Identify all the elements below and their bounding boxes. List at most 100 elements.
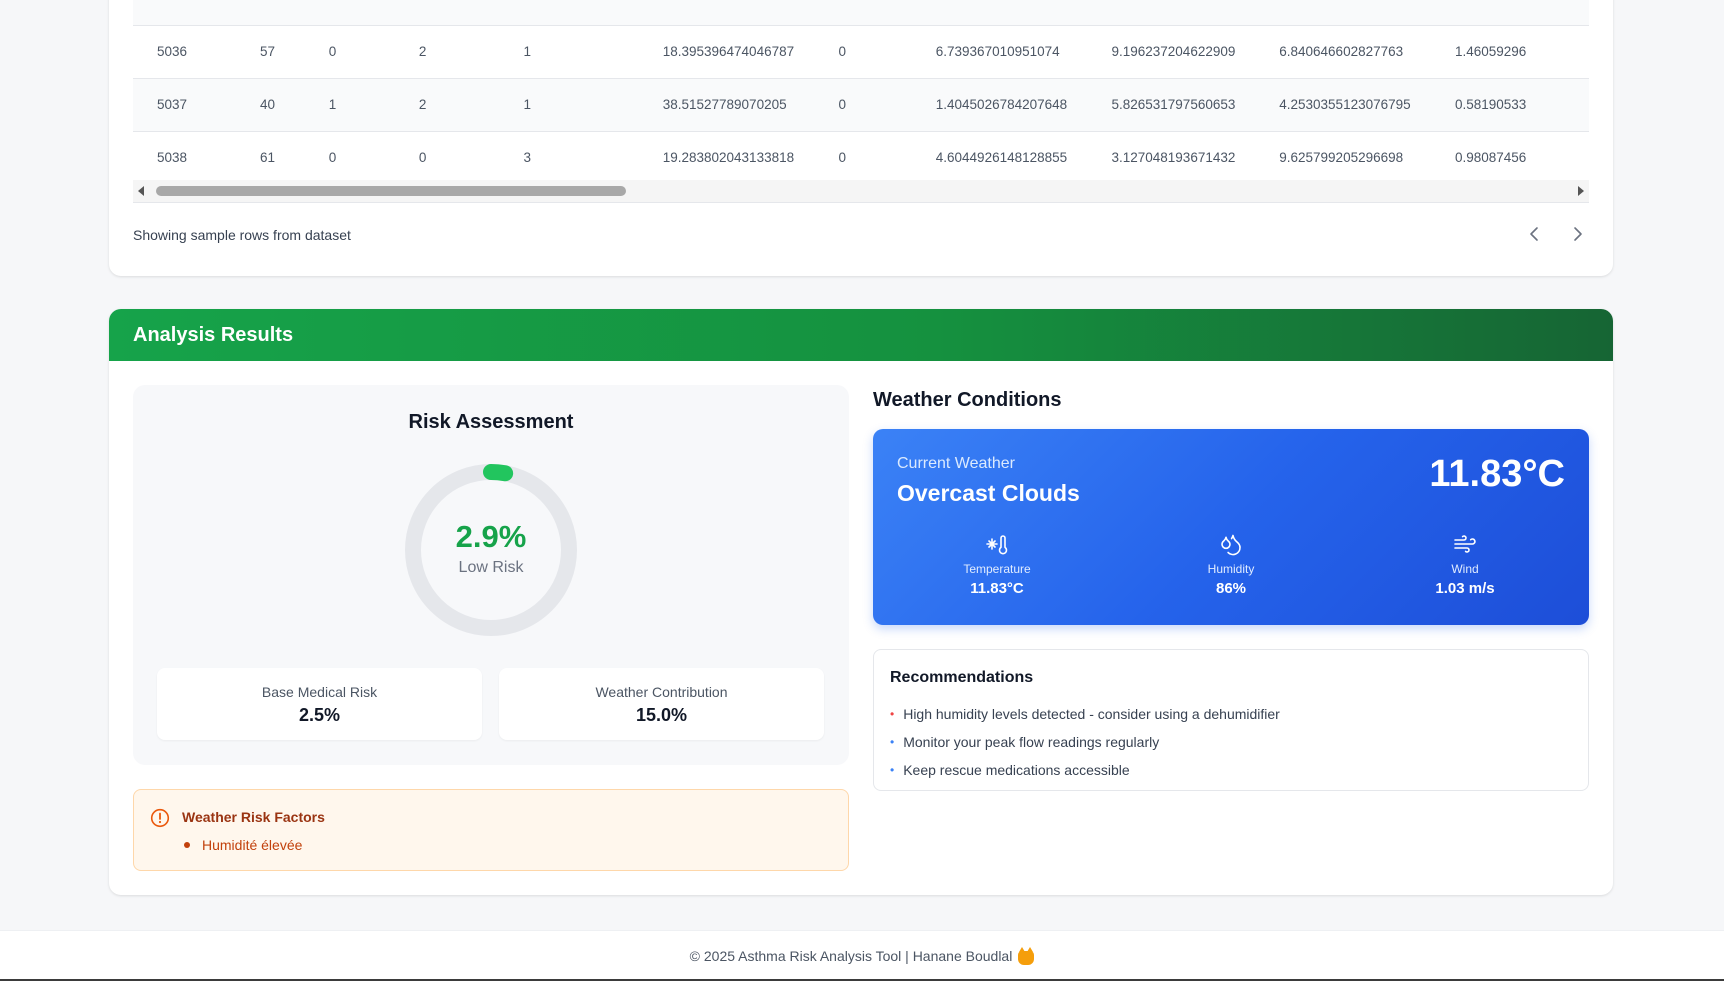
table-cell: 1.4045026784207648 [935,97,1068,112]
recommendations-box: Recommendations • High humidity levels de… [873,649,1589,791]
table-cell: 2 [523,0,662,25]
scroll-right-arrow-icon[interactable] [1578,186,1584,196]
wind-metric-label: Wind [1451,562,1479,576]
wind-metric: Wind 1.03 m/s [1385,532,1545,597]
dataset-table-viewport[interactable]: 5035 26 1 2 2 22.737042093723453 0 3.897… [133,0,1589,180]
droplets-icon [1221,534,1241,556]
table-cell: 0 [838,44,846,59]
table-cell: 1 [329,0,419,25]
risk-level-label: Low Risk [458,559,524,576]
horizontal-scrollbar[interactable] [133,180,1589,203]
table-cell: 22.737042093723453 [663,0,839,25]
risk-factor-item: Humidité élevée [182,837,302,853]
table-cell: 3 [523,150,531,165]
weather-contribution-label: Weather Contribution [595,684,728,700]
table-cell: 61 [259,150,275,165]
scroll-left-arrow-icon[interactable] [138,186,144,196]
risk-percentage: 2.9% [455,519,527,554]
table-cell: 2 [418,44,427,59]
recommendations-list: • High humidity levels detected - conside… [890,700,1280,784]
current-temperature: 11.83°C [1429,453,1565,495]
table-cell: 2 [419,0,524,25]
table-cell: 1 [523,97,531,112]
analysis-header: Analysis Results [109,309,1613,361]
base-medical-risk-box: Base Medical Risk 2.5% [157,668,482,740]
weather-contribution-box: Weather Contribution 15.0% [499,668,824,740]
weather-description: Overcast Clouds [897,480,1080,506]
table-cell: 19.283802043133818 [662,150,795,165]
temperature-metric: Temperature 11.83°C [917,532,1077,597]
chevron-left-icon [1530,227,1538,241]
next-page-button[interactable] [1567,220,1589,248]
weather-conditions-title: Weather Conditions [873,389,1062,411]
bullet-icon: • [890,707,895,721]
table-cell: 1 [523,44,531,59]
table-cell: 0 [838,0,935,25]
base-medical-risk-value: 2.5% [298,705,341,725]
table-row: 5038 61 0 0 3 19.283802043133818 0 4.604… [133,131,1589,180]
recommendation-item: • Keep rescue medications accessible [890,756,1280,784]
wind-icon [1454,535,1476,553]
table-cell: 5038 [157,150,188,165]
table-cell: 26 [260,0,329,25]
alert-circle-icon [150,808,170,828]
chevron-right-icon [1574,227,1582,241]
dataset-table: 5035 26 1 2 2 22.737042093723453 0 3.897… [133,0,1589,180]
table-cell: 5036 [157,44,188,59]
table-cell: 57 [259,44,275,59]
table-cell: 1 [328,97,337,112]
analysis-results-card: Analysis Results Risk Assessment 2.9% Lo… [109,309,1613,895]
table-cell: 5035 [133,0,260,25]
table-cell: 9.625799205296698 [1279,150,1404,165]
table-cell: 5.153966369346167 [1279,0,1455,25]
pagination [1523,220,1589,248]
table-row: 5036 57 0 2 1 18.395396474046787 0 6.739… [133,25,1589,78]
recommendation-item: • Monitor your peak flow readings regular… [890,728,1280,756]
table-row: 5037 40 1 2 1 38.51527789070205 0 1.4045… [133,78,1589,131]
table-cell: 6.739367010951074 [935,44,1060,59]
scrollbar-thumb[interactable] [156,186,626,196]
recommendation-text: Monitor your peak flow readings regularl… [903,734,1160,750]
humidity-metric-label: Humidity [1207,562,1255,576]
temperature-metric-value: 11.83°C [970,580,1024,597]
cat-emoji-icon [1018,947,1035,965]
current-weather-label: Current Weather [897,455,1015,472]
risk-assessment-panel: Risk Assessment 2.9% Low Risk Base Medic… [133,385,849,765]
table-cell: 9.196237204622909 [1111,44,1236,59]
table-cell: 1.46059296 [1454,44,1527,59]
table-cell: 1.96965695 [1455,0,1589,25]
weather-contribution-value: 15.0% [635,705,688,725]
table-cell: 6.341014020966375 [1111,0,1279,25]
table-footer-text: Showing sample rows from dataset [133,227,351,243]
table-cell: 18.395396474046787 [662,44,795,59]
humidity-metric-value: 86% [1215,580,1247,597]
table-cell: 4.2530355123076795 [1279,97,1411,112]
risk-assessment-title: Risk Assessment [408,411,574,433]
page-footer: © 2025 Asthma Risk Analysis Tool | Hanan… [0,930,1724,981]
base-medical-risk-label: Base Medical Risk [261,684,378,700]
table-cell: 4.6044926148128855 [935,150,1068,165]
recommendations-title: Recommendations [890,669,1034,686]
wind-metric-value: 1.03 m/s [1435,580,1495,597]
table-cell: 5.826531797560653 [1111,97,1236,112]
dataset-card: 5035 26 1 2 2 22.737042093723453 0 3.897… [109,0,1613,276]
weather-risk-factors: Weather Risk Factors Humidité élevée [133,789,849,871]
table-cell: 0 [418,150,427,165]
previous-page-button[interactable] [1523,220,1545,248]
table-cell: 6.840646602827763 [1279,44,1404,59]
table-cell: 0.98087456 [1454,150,1527,165]
gauge-center: 2.9% Low Risk [404,463,578,637]
table-cell: 0.58190533 [1454,97,1527,112]
table-row: 5035 26 1 2 2 22.737042093723453 0 3.897… [133,0,1589,25]
temperature-metric-label: Temperature [963,562,1031,576]
recommendation-text: Keep rescue medications accessible [903,762,1130,778]
thermometer-snowflake-icon [986,535,1008,555]
table-cell: 38.51527789070205 [662,97,787,112]
recommendation-text: High humidity levels detected - consider… [903,706,1280,722]
table-cell: 2 [418,97,427,112]
table-cell: 0 [838,150,846,165]
table-cell: 3.897329495328446 [936,0,1112,25]
analysis-title: Analysis Results [133,323,294,346]
risk-gauge: 2.9% Low Risk [404,463,578,637]
humidity-metric: Humidity 86% [1151,532,1311,597]
